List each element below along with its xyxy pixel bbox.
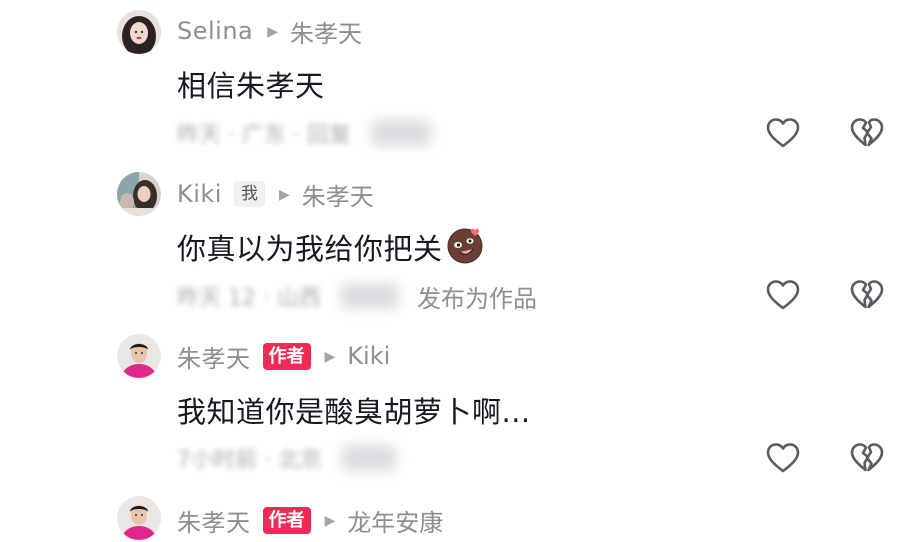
self-badge: 我 — [233, 181, 265, 207]
reply-target[interactable]: 朱孝天 — [290, 14, 362, 49]
avatar[interactable] — [117, 10, 161, 54]
reply-target[interactable]: 龙年安康 — [347, 503, 443, 538]
blurred-region — [340, 283, 399, 309]
comment-info: 昨天 12 · 山西 发布为作品 — [177, 279, 537, 313]
dislike-button[interactable] — [849, 440, 885, 476]
username[interactable]: Selina — [177, 17, 253, 45]
comment-info-blurred: 昨天 12 · 山西 — [177, 286, 321, 311]
heart-outline-icon — [766, 118, 800, 148]
reply-target[interactable]: 朱孝天 — [302, 177, 374, 212]
reply-arrow-icon: ▶ — [278, 187, 290, 203]
comment-info: 7小时前 · 北京 — [177, 441, 396, 475]
publish-as-work-link[interactable]: 发布为作品 — [417, 279, 537, 314]
comment-text: 我知道你是酸臭胡萝卜啊... — [177, 395, 531, 429]
heart-outline-icon — [766, 280, 800, 310]
username[interactable]: 朱孝天 — [177, 339, 251, 374]
like-button[interactable] — [765, 277, 801, 313]
reply-target[interactable]: Kiki — [347, 342, 390, 370]
like-button[interactable] — [765, 115, 801, 151]
comment-meta: Kiki 我 ▶ 朱孝天 — [177, 177, 374, 212]
username[interactable]: 朱孝天 — [177, 503, 251, 538]
laughing-emoji-icon — [447, 228, 483, 264]
avatar[interactable] — [117, 496, 161, 540]
like-button[interactable] — [765, 440, 801, 476]
comment-meta: Selina ▶ 朱孝天 — [177, 14, 362, 49]
avatar[interactable] — [117, 334, 161, 378]
broken-heart-icon — [850, 280, 884, 309]
blurred-region — [341, 445, 396, 471]
comment-info-blurred: 昨天 · 广东 · 回复 — [177, 123, 351, 148]
dislike-button[interactable] — [849, 277, 885, 313]
comment-meta: 朱孝天 作者 ▶ 龙年安康 — [177, 503, 443, 538]
reply-arrow-icon: ▶ — [267, 24, 279, 40]
username[interactable]: Kiki — [177, 180, 222, 208]
comment-info-blurred: 7小时前 · 北京 — [177, 448, 322, 473]
broken-heart-icon — [850, 118, 884, 147]
author-badge: 作者 — [262, 506, 311, 534]
comment-text-body: 你真以为我给你把关 — [177, 232, 443, 266]
heart-outline-icon — [766, 443, 800, 473]
comment-text: 你真以为我给你把关 — [177, 225, 485, 268]
comment-meta: 朱孝天 作者 ▶ Kiki — [177, 339, 390, 374]
blurred-region — [370, 120, 431, 146]
comment-info: 昨天 · 广东 · 回复 — [177, 116, 431, 150]
reply-arrow-icon: ▶ — [324, 513, 336, 529]
avatar[interactable] — [117, 172, 161, 216]
reply-arrow-icon: ▶ — [324, 349, 336, 365]
comment-text: 相信朱孝天 — [177, 69, 325, 103]
broken-heart-icon — [850, 443, 884, 472]
dislike-button[interactable] — [849, 115, 885, 151]
author-badge: 作者 — [262, 342, 311, 370]
